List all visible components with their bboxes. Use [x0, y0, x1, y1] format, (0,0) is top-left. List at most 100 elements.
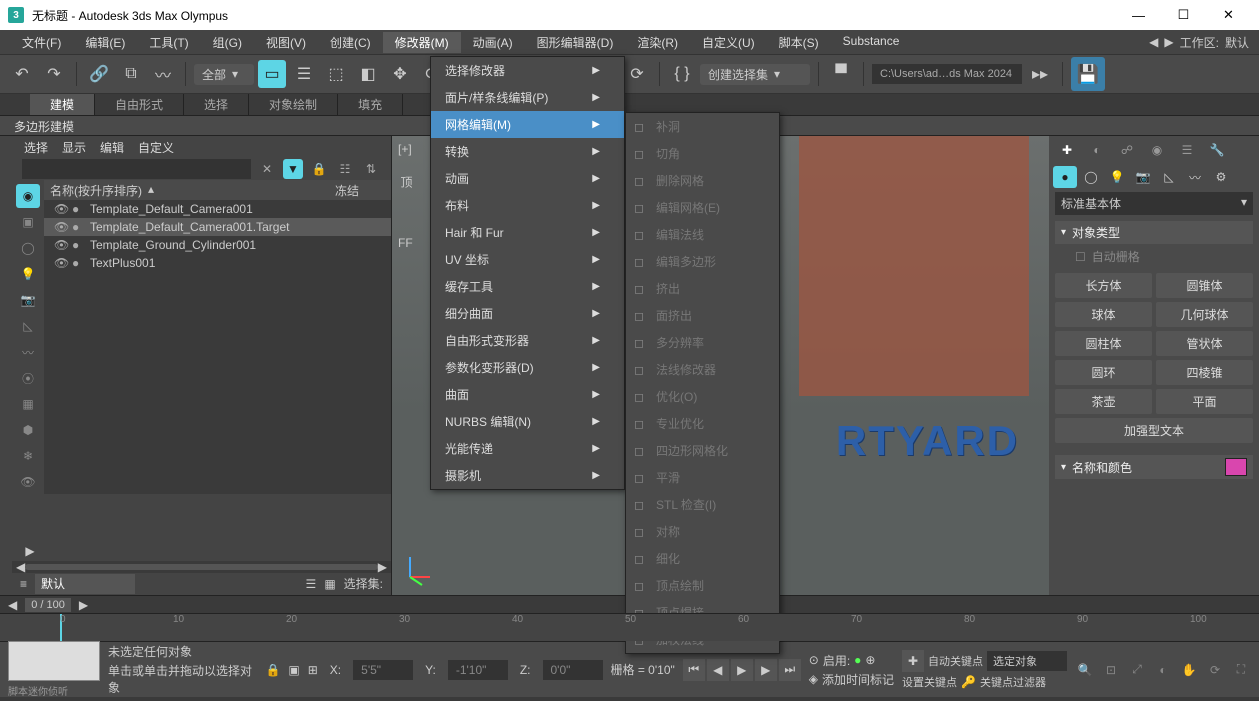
layer-input[interactable]: [35, 574, 135, 594]
isolate-icon2[interactable]: ▣: [288, 663, 299, 677]
goto-start-button[interactable]: ⏮: [683, 659, 705, 681]
modifier-item[interactable]: NURBS 编辑(N)▶: [431, 408, 624, 435]
mirror-button[interactable]: ▀: [827, 60, 855, 88]
filter-xref-icon[interactable]: ⬢: [16, 418, 40, 442]
name-color-rollout[interactable]: 名称和颜色: [1055, 455, 1253, 479]
ribbon-tab-3[interactable]: 对象绘制: [249, 94, 338, 115]
scroll-left-icon[interactable]: ◀: [16, 560, 25, 574]
fov-icon[interactable]: ◐: [1153, 660, 1173, 680]
sp-custom[interactable]: 自定义: [138, 139, 174, 156]
ribbon-tab-0[interactable]: 建模: [30, 94, 95, 115]
mesh-item[interactable]: ◻平滑: [626, 464, 779, 491]
orbit-icon[interactable]: ⟳: [1205, 660, 1225, 680]
filter-icon[interactable]: ▼: [283, 159, 303, 179]
motion-tab-icon[interactable]: ◉: [1145, 138, 1169, 162]
filter-shape-icon[interactable]: ◯: [16, 236, 40, 260]
link-button[interactable]: 🔗: [85, 60, 113, 88]
sel-obj-dropdown[interactable]: 选定对象: [987, 651, 1067, 671]
close-button[interactable]: ✕: [1206, 0, 1251, 30]
mesh-item[interactable]: ◻编辑法线: [626, 221, 779, 248]
filter-hidden-icon[interactable]: 👁: [16, 470, 40, 494]
primitive-dropdown[interactable]: 标准基本体▾: [1055, 192, 1253, 215]
utilities-tab-icon[interactable]: 🔧: [1205, 138, 1229, 162]
modifier-item[interactable]: UV 坐标▶: [431, 246, 624, 273]
redo-button[interactable]: ↷: [40, 60, 68, 88]
freeze-col[interactable]: 冻结: [335, 182, 385, 198]
select-move-button[interactable]: ✥: [386, 60, 414, 88]
x-value[interactable]: 5'5": [353, 660, 413, 680]
geometry-icon[interactable]: ●: [1053, 166, 1077, 188]
scene-row[interactable]: 👁●TextPlus001: [44, 254, 391, 272]
cameras-icon[interactable]: 📷: [1131, 166, 1155, 188]
primitive-button[interactable]: 管状体: [1156, 331, 1253, 356]
primitive-button[interactable]: 几何球体: [1156, 302, 1253, 327]
primitive-button[interactable]: 平面: [1156, 389, 1253, 414]
menu-2[interactable]: 工具(T): [137, 32, 200, 53]
menu-9[interactable]: 渲染(R): [625, 32, 690, 53]
primitive-button[interactable]: 茶壶: [1055, 389, 1152, 414]
layer-icon[interactable]: ≡: [20, 577, 27, 591]
mesh-item[interactable]: ◻细化: [626, 545, 779, 572]
autokey-button[interactable]: 自动关键点: [928, 653, 983, 669]
modifier-item[interactable]: 参数化变形器(D)▶: [431, 354, 624, 381]
filter-geom-icon[interactable]: ▣: [16, 210, 40, 234]
menu-8[interactable]: 图形编辑器(D): [525, 32, 626, 53]
lock-selection-icon[interactable]: 🔒: [265, 663, 280, 677]
clear-search-icon[interactable]: ✕: [257, 159, 277, 179]
menu-0[interactable]: 文件(F): [10, 32, 73, 53]
mesh-item[interactable]: ◻挤出: [626, 275, 779, 302]
z-value[interactable]: 0'0": [543, 660, 603, 680]
maximize-vp-icon[interactable]: ⛶: [1231, 660, 1251, 680]
time-tag-icon[interactable]: ◈: [809, 672, 818, 686]
viewport-menu[interactable]: [+]: [398, 142, 412, 156]
hierarchy-icon[interactable]: ☷: [335, 159, 355, 179]
filter-space-icon[interactable]: 〰: [16, 340, 40, 364]
filter-light-icon[interactable]: 💡: [16, 262, 40, 286]
next-icon[interactable]: ▶: [1164, 35, 1173, 49]
edit-selection-button[interactable]: { }: [668, 60, 696, 88]
mesh-item[interactable]: ◻对称: [626, 518, 779, 545]
menu-11[interactable]: 脚本(S): [767, 32, 831, 53]
text3d-object[interactable]: RTYARD: [836, 417, 1019, 465]
display-tab-icon[interactable]: ☰: [1175, 138, 1199, 162]
autogrid-checkbox[interactable]: ☐ 自动栅格: [1055, 244, 1253, 269]
filter-camera-icon[interactable]: 📷: [16, 288, 40, 312]
mesh-item[interactable]: ◻顶点绘制: [626, 572, 779, 599]
zoom-icon[interactable]: 🔍: [1075, 660, 1095, 680]
scroll-right-icon[interactable]: ▶: [378, 560, 387, 574]
modifier-item[interactable]: 面片/样条线编辑(P)▶: [431, 84, 624, 111]
mesh-item[interactable]: ◻删除网格: [626, 167, 779, 194]
mesh-item[interactable]: ◻补洞: [626, 113, 779, 140]
lock-icon[interactable]: 🔒: [309, 159, 329, 179]
mesh-item[interactable]: ◻STL 检查(I): [626, 491, 779, 518]
time-config-icon[interactable]: ⊙: [809, 653, 819, 667]
systems-icon[interactable]: ⚙: [1209, 166, 1233, 188]
select-name-button[interactable]: ☰: [290, 60, 318, 88]
modifier-item[interactable]: 自由形式变形器▶: [431, 327, 624, 354]
modifier-item[interactable]: 动画▶: [431, 165, 624, 192]
y-value[interactable]: -1'10": [448, 660, 508, 680]
filter-helper-icon[interactable]: ◺: [16, 314, 40, 338]
workspace-dropdown[interactable]: 默认: [1225, 34, 1249, 51]
minimize-button[interactable]: —: [1116, 0, 1161, 30]
create-tab-icon[interactable]: ✚: [1055, 138, 1079, 162]
enable-dot[interactable]: ●: [854, 653, 861, 667]
object-color-swatch[interactable]: [1225, 458, 1247, 476]
mesh-item[interactable]: ◻切角: [626, 140, 779, 167]
modifier-item[interactable]: 转换▶: [431, 138, 624, 165]
shapes-icon[interactable]: ◯: [1079, 166, 1103, 188]
big-key-button[interactable]: ✚: [902, 650, 924, 672]
spinner-snap-button[interactable]: ⟳: [623, 60, 651, 88]
primitive-button[interactable]: 加强型文本: [1055, 418, 1253, 443]
scene-search-input[interactable]: [22, 159, 251, 179]
spacewarps-icon[interactable]: 〰: [1183, 166, 1207, 188]
mesh-item[interactable]: ◻法线修改器: [626, 356, 779, 383]
primitive-button[interactable]: 四棱锥: [1156, 360, 1253, 385]
bind-button[interactable]: 〰: [149, 60, 177, 88]
modifier-item[interactable]: 选择修改器▶: [431, 57, 624, 84]
menu-10[interactable]: 自定义(U): [690, 32, 767, 53]
goto-end-button[interactable]: ⏭: [779, 659, 801, 681]
menu-4[interactable]: 视图(V): [254, 32, 318, 53]
zoom-extents-icon[interactable]: ⤢: [1127, 660, 1147, 680]
ribbon-tab-1[interactable]: 自由形式: [95, 94, 184, 115]
